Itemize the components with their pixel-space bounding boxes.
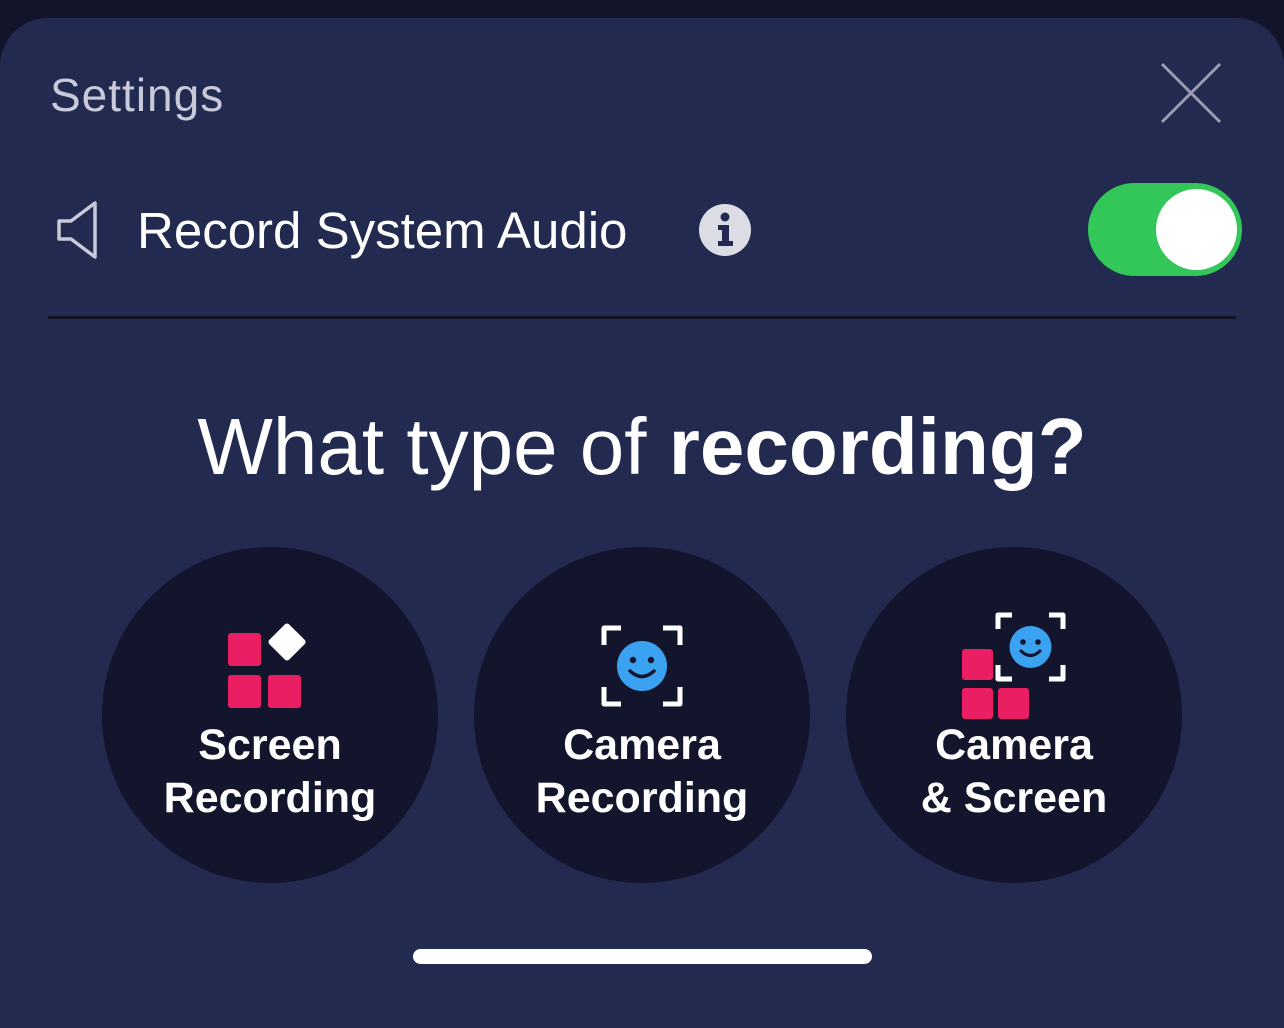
settings-sheet: Settings Record System Audio What type o…: [0, 18, 1284, 1028]
question-emphasis: recording?: [668, 402, 1087, 491]
option-label-line1: Screen: [198, 721, 342, 769]
option-label-line2: Recording: [163, 774, 377, 822]
camera-and-screen-icon: [962, 611, 1066, 719]
divider: [48, 316, 1236, 319]
option-label-line1: Camera: [935, 721, 1093, 769]
camera-and-screen-option[interactable]: Camera & Screen: [846, 547, 1182, 883]
question-prefix: What type of: [197, 402, 669, 491]
option-label: Camera & Screen: [846, 719, 1182, 825]
toggle-knob: [1156, 189, 1237, 270]
info-icon[interactable]: [698, 203, 752, 257]
screen-recording-option[interactable]: Screen Recording: [102, 547, 438, 883]
option-label-line2: & Screen: [920, 774, 1108, 822]
option-label-line1: Camera: [563, 721, 721, 769]
close-icon[interactable]: [1156, 58, 1226, 128]
home-indicator[interactable]: [413, 949, 872, 964]
record-system-audio-row: Record System Audio: [0, 183, 1284, 278]
record-system-audio-label: Record System Audio: [137, 202, 628, 259]
option-label: Screen Recording: [102, 719, 438, 825]
option-label-line2: Recording: [535, 774, 749, 822]
record-system-audio-toggle[interactable]: [1088, 183, 1242, 276]
camera-face-icon: [601, 625, 683, 707]
recording-type-question: What type of recording?: [0, 401, 1284, 493]
camera-recording-option[interactable]: Camera Recording: [474, 547, 810, 883]
screen-recording-icon: [228, 623, 306, 708]
page-title: Settings: [50, 69, 225, 121]
speaker-icon: [57, 201, 97, 259]
option-label: Camera Recording: [474, 719, 810, 825]
